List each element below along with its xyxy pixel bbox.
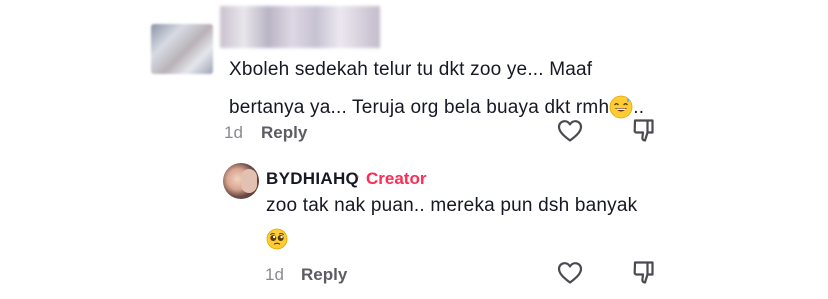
commenter-avatar[interactable] — [151, 24, 213, 74]
author-separator: · — [355, 168, 361, 185]
reply-text: zoo tak nak puan.. mereka pun dsh banyak — [266, 195, 638, 216]
pleading-face-emoji-icon — [266, 228, 288, 250]
comment-time: 1d — [224, 123, 243, 142]
commenter-name-blurred[interactable] — [220, 6, 380, 48]
comment-text: Xboleh sedekah telur tu dkt zoo ye... Ma… — [229, 51, 689, 127]
comment-line-2-suffix: .. — [633, 97, 645, 118]
thumbs-down-outline-icon[interactable] — [632, 260, 656, 286]
heart-outline-icon[interactable] — [557, 261, 583, 285]
comment-reply-button[interactable]: Reply — [261, 123, 307, 143]
creator-badge: Creator — [366, 169, 427, 188]
comment-line-1: Xboleh sedekah telur tu dkt zoo ye... Ma… — [229, 59, 593, 80]
reply-time: 1d — [265, 265, 284, 284]
thumbs-down-outline-icon[interactable] — [632, 118, 656, 144]
comment-line-2-text: bertanya ya... Teruja org bela buaya dkt… — [229, 97, 610, 118]
heart-outline-icon[interactable] — [557, 119, 583, 143]
reply-author-name[interactable]: BYDHIAHQ — [266, 169, 359, 189]
sweat-smile-emoji-icon — [609, 95, 633, 119]
reply-reply-button[interactable]: Reply — [301, 265, 347, 285]
comment-line-2: bertanya ya... Teruja org bela buaya dkt… — [229, 89, 689, 127]
creator-avatar[interactable] — [223, 163, 259, 199]
